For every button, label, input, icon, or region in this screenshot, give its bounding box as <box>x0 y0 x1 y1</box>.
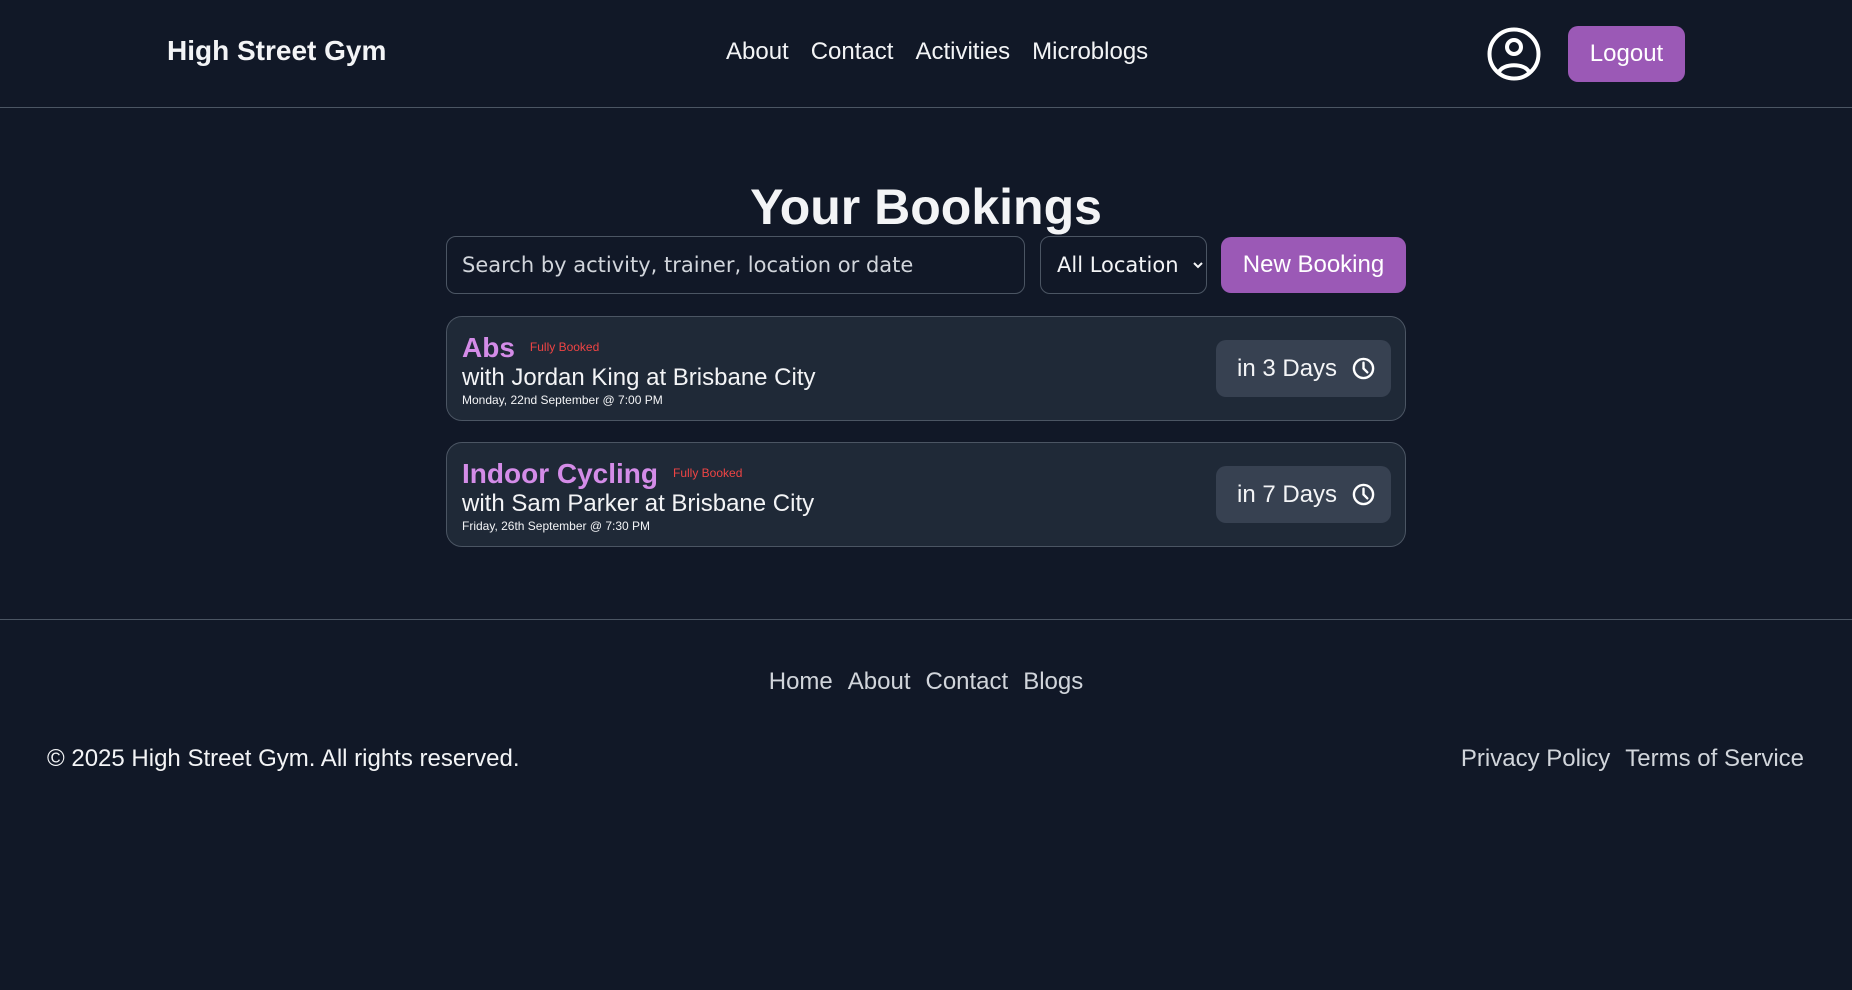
status-badge: Fully Booked <box>673 466 743 480</box>
footer-link-about[interactable]: About <box>848 668 911 696</box>
main-nav: About Contact Activities Microblogs <box>726 38 1148 66</box>
booking-datetime: Monday, 22nd September @ 7:00 PM <box>462 393 663 407</box>
nav-link-contact[interactable]: Contact <box>811 38 894 66</box>
logout-button[interactable]: Logout <box>1568 26 1685 82</box>
user-circle-icon[interactable] <box>1487 27 1541 81</box>
new-booking-button[interactable]: New Booking <box>1221 237 1406 293</box>
activity-name: Abs <box>462 332 515 363</box>
trainer-location: with Sam Parker at Brisbane City <box>462 490 815 517</box>
footer-link-contact[interactable]: Contact <box>925 668 1008 696</box>
clock-icon <box>1352 357 1375 380</box>
nav-link-microblogs[interactable]: Microblogs <box>1032 38 1148 66</box>
booking-card[interactable]: Indoor Cycling Fully Booked with Sam Par… <box>446 442 1406 547</box>
copyright-text: © 2025 High Street Gym. All rights reser… <box>47 745 520 772</box>
trainer-location: with Jordan King at Brisbane City <box>462 364 816 391</box>
footer-nav: Home About Contact Blogs <box>0 668 1852 696</box>
nav-link-activities[interactable]: Activities <box>915 38 1010 66</box>
clock-icon <box>1352 483 1375 506</box>
countdown-button[interactable]: in 7 Days <box>1216 466 1391 523</box>
site-header: High Street Gym About Contact Activities… <box>0 0 1852 108</box>
page-title: Your Bookings <box>750 179 1102 235</box>
booking-activity-row: Indoor Cycling Fully Booked <box>462 458 742 490</box>
privacy-policy-link[interactable]: Privacy Policy <box>1461 745 1610 773</box>
location-select[interactable]: All Locations <box>1040 236 1207 294</box>
site-brand[interactable]: High Street Gym <box>167 35 386 67</box>
countdown-button[interactable]: in 3 Days <box>1216 340 1391 397</box>
booking-card[interactable]: Abs Fully Booked with Jordan King at Bri… <box>446 316 1406 421</box>
status-badge: Fully Booked <box>529 340 600 354</box>
footer-divider <box>0 619 1852 620</box>
countdown-label: in 7 Days <box>1237 480 1338 508</box>
footer-link-home[interactable]: Home <box>769 668 833 696</box>
legal-links: Privacy Policy Terms of Service <box>1461 745 1804 773</box>
search-input[interactable] <box>446 236 1025 294</box>
activity-name: Indoor Cycling <box>462 458 658 489</box>
booking-activity-row: Abs Fully Booked <box>462 332 599 364</box>
countdown-label: in 3 Days <box>1237 354 1338 382</box>
footer-link-blogs[interactable]: Blogs <box>1023 668 1083 696</box>
booking-datetime: Friday, 26th September @ 7:30 PM <box>462 519 651 533</box>
nav-link-about[interactable]: About <box>726 38 789 66</box>
terms-of-service-link[interactable]: Terms of Service <box>1625 745 1804 773</box>
